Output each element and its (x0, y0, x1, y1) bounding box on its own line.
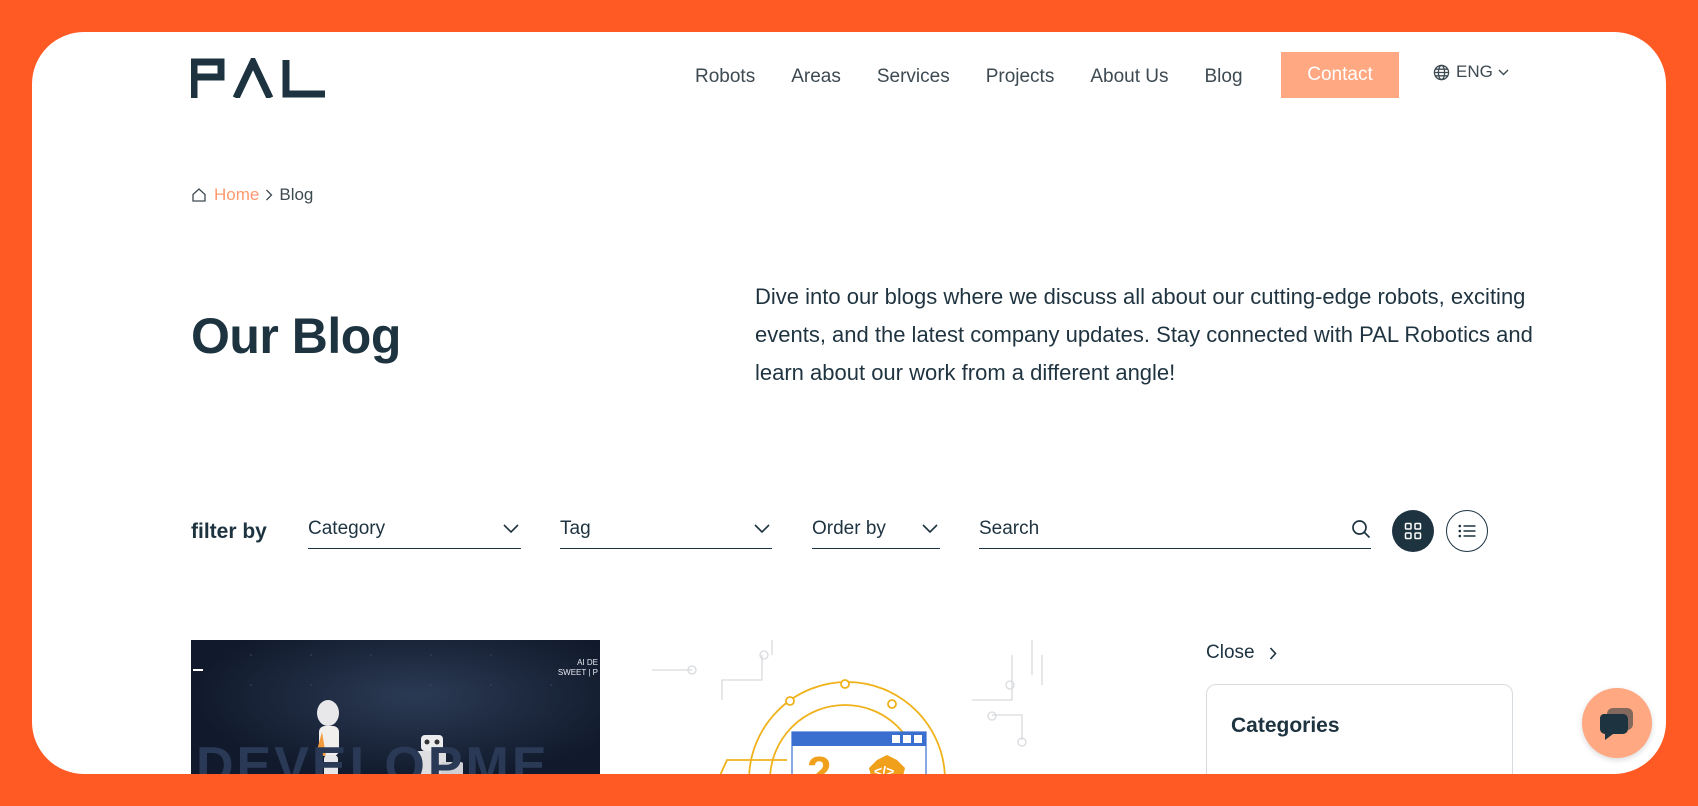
grid-view-button[interactable] (1392, 510, 1434, 552)
card-corner-text: AI DE SWEET | P (557, 658, 598, 677)
breadcrumb: Home Blog (191, 185, 313, 205)
close-label: Close (1206, 642, 1255, 663)
blog-card-image[interactable]: DEVELOPME AI DE SWEET | P (191, 640, 600, 774)
blog-card-image[interactable]: </> 2 (652, 640, 1092, 774)
order-by-dropdown-label: Order by (812, 517, 886, 539)
chat-icon (1599, 708, 1633, 740)
svg-text:</>: </> (874, 763, 894, 774)
chevron-right-icon (1269, 646, 1277, 660)
tag-dropdown-label: Tag (560, 517, 591, 539)
chevron-right-icon (266, 189, 273, 201)
categories-panel: Categories (1206, 684, 1513, 774)
order-by-dropdown[interactable]: Order by (812, 509, 940, 549)
main-nav: Robots Areas Services Projects About Us … (695, 52, 1279, 102)
chat-button[interactable] (1582, 688, 1652, 758)
language-label: ENG (1456, 62, 1493, 81)
search-icon[interactable] (1351, 519, 1371, 539)
search-field (979, 509, 1371, 549)
categories-title: Categories (1231, 714, 1340, 737)
nav-areas[interactable]: Areas (791, 66, 841, 88)
chevron-down-icon (503, 524, 519, 533)
chevron-down-icon (922, 524, 938, 533)
search-input[interactable] (979, 517, 1279, 540)
list-view-button[interactable] (1446, 510, 1488, 552)
nav-about-us[interactable]: About Us (1090, 66, 1168, 88)
nav-robots[interactable]: Robots (695, 66, 755, 88)
pal-logo[interactable] (191, 58, 325, 98)
chevron-down-icon (754, 524, 770, 533)
chevron-down-icon (1498, 69, 1509, 75)
nav-projects[interactable]: Projects (986, 66, 1055, 88)
close-sidebar-button[interactable]: Close (1206, 642, 1277, 664)
circuit-illustration: </> (652, 640, 1043, 774)
card-image-number: 2 (807, 748, 832, 774)
breadcrumb-home[interactable]: Home (214, 185, 259, 205)
tag-dropdown[interactable]: Tag (560, 509, 772, 549)
card-image-text: DEVELOPME (196, 737, 550, 774)
category-dropdown-label: Category (308, 517, 386, 539)
grid-icon (1404, 522, 1422, 540)
home-icon[interactable] (191, 187, 207, 203)
breadcrumb-current: Blog (279, 185, 314, 204)
page-frame: Robots Areas Services Projects About Us … (32, 32, 1666, 774)
page-title: Our Blog (191, 308, 401, 364)
language-selector[interactable]: ENG (1433, 62, 1515, 82)
nav-services[interactable]: Services (877, 66, 950, 88)
list-icon (1458, 524, 1476, 538)
filter-label: filter by (191, 520, 267, 543)
nav-blog[interactable]: Blog (1205, 66, 1243, 88)
category-dropdown[interactable]: Category (308, 509, 521, 549)
contact-button[interactable]: Contact (1281, 52, 1399, 98)
globe-icon (1433, 64, 1450, 80)
intro-text: Dive into our blogs where we discuss all… (755, 284, 1533, 385)
